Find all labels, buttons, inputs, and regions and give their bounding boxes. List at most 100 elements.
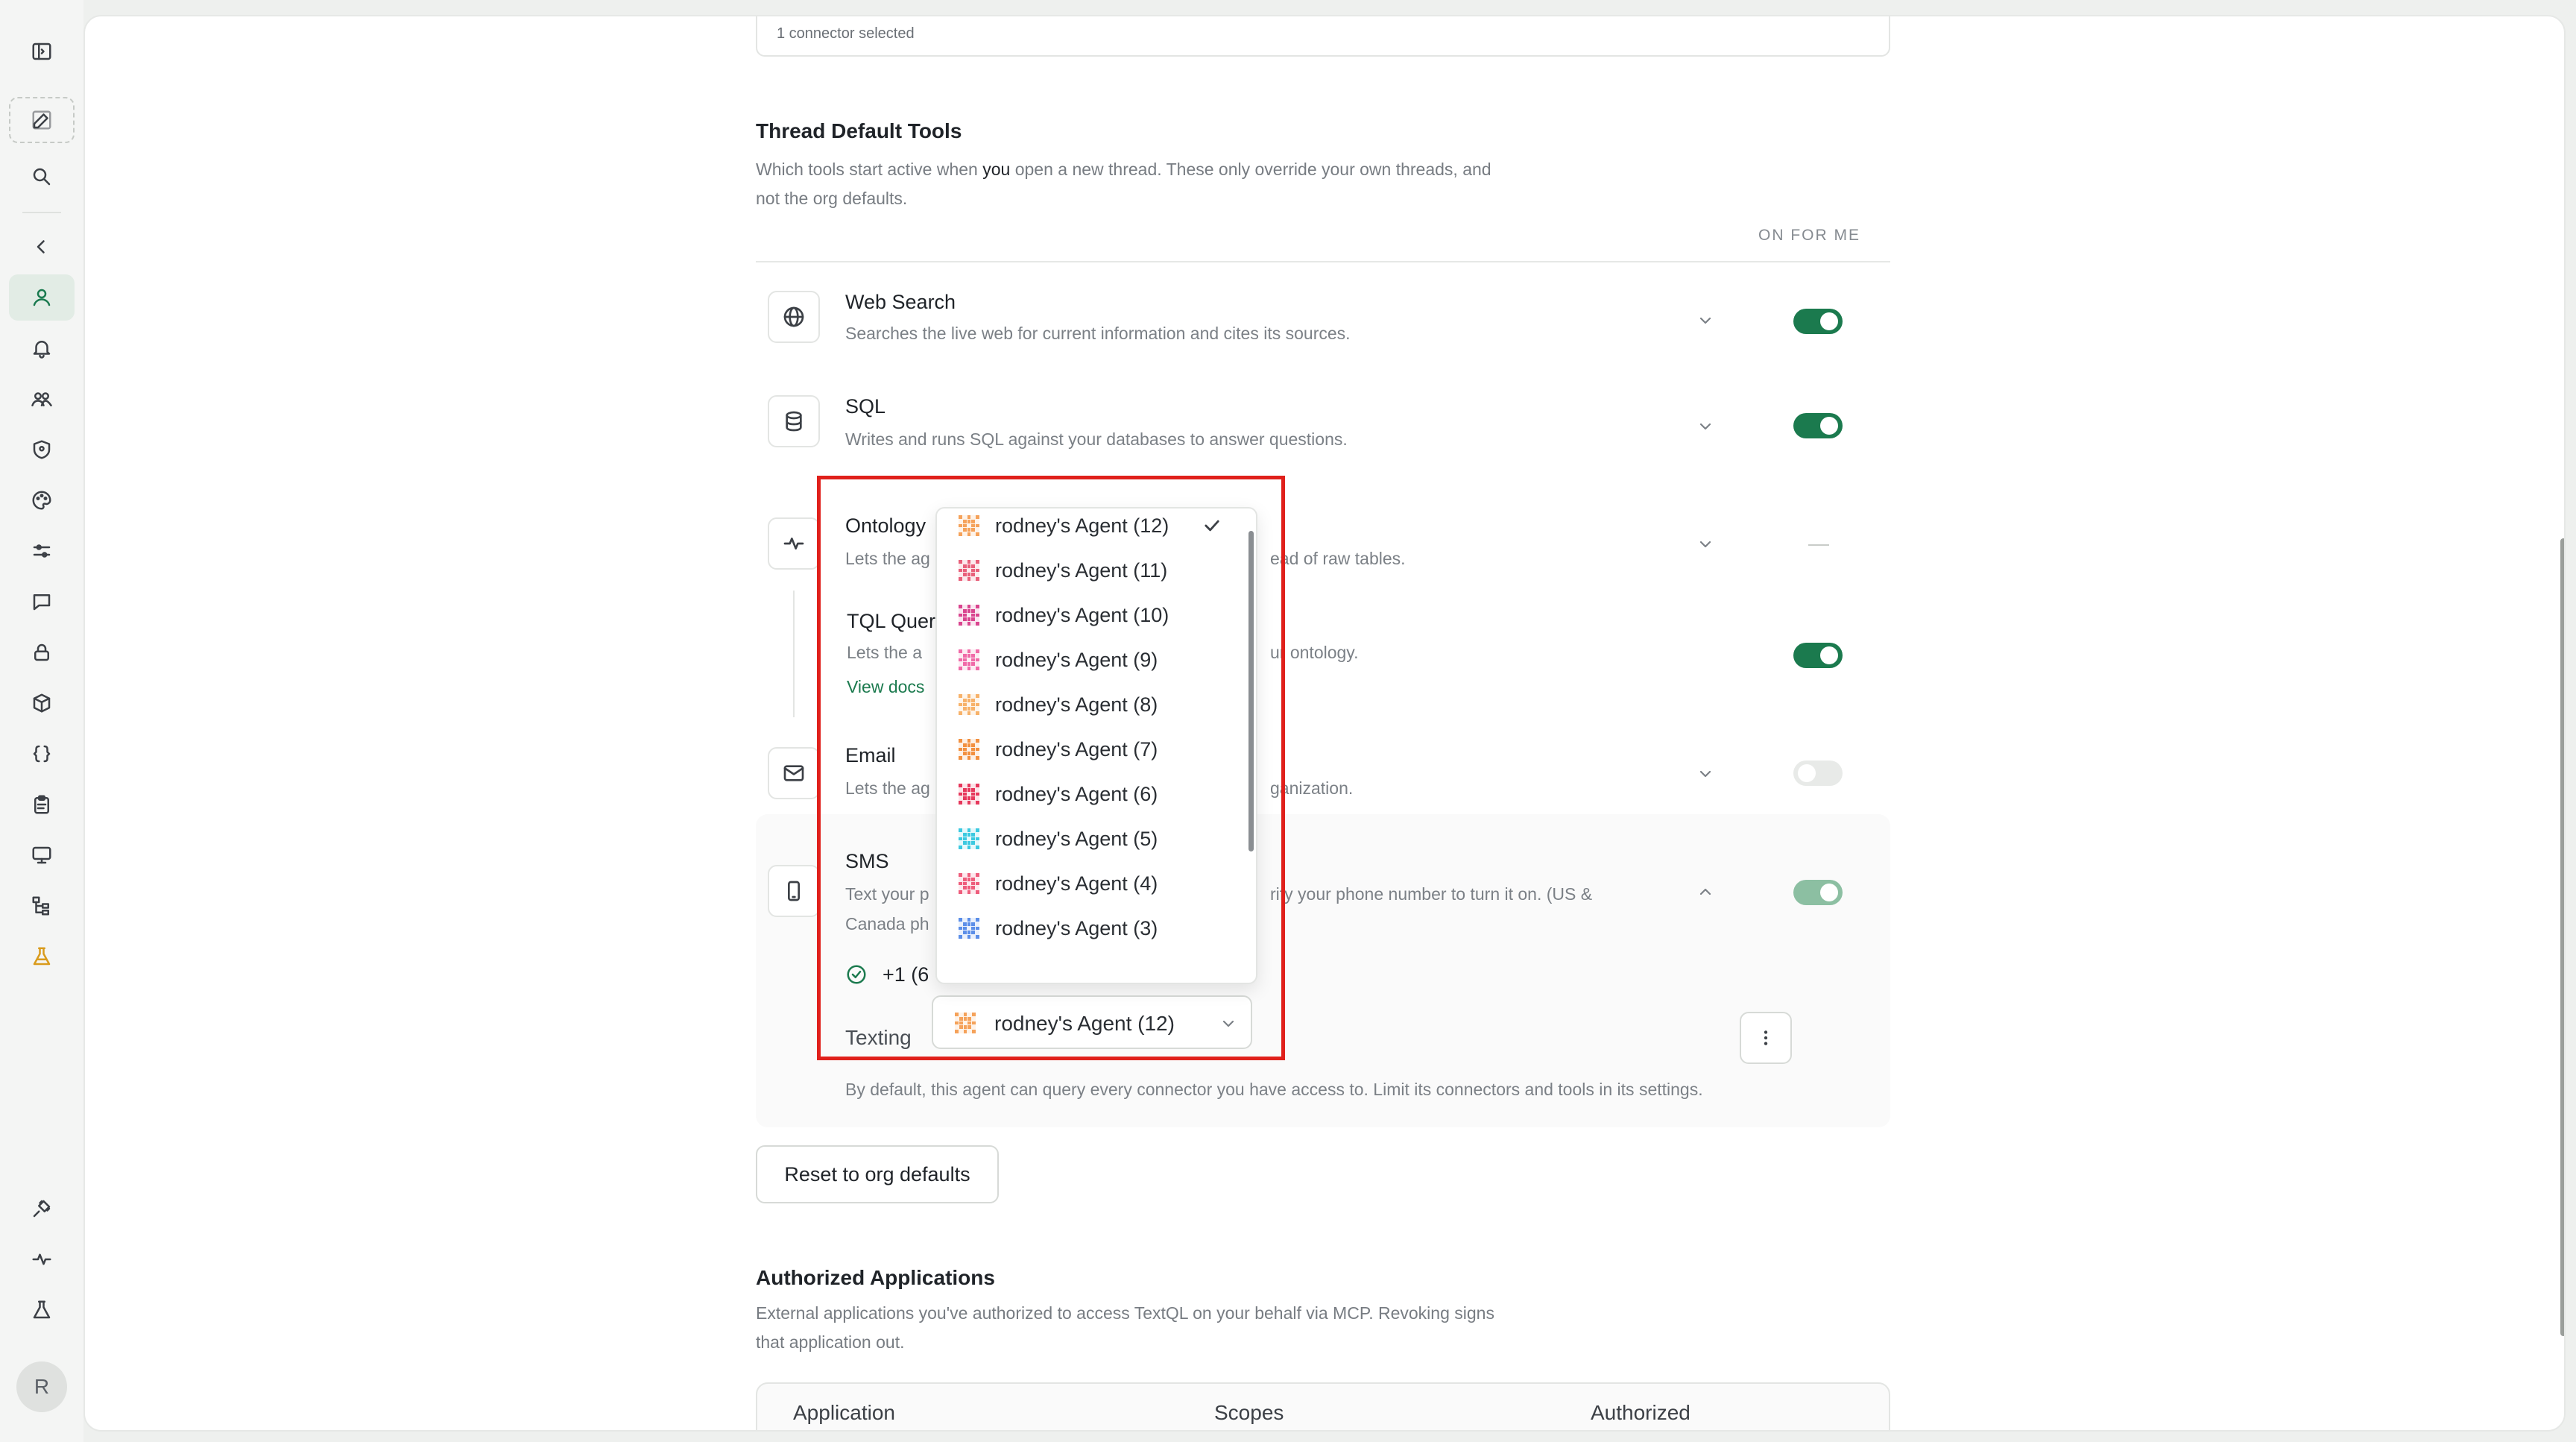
mail-icon bbox=[768, 747, 820, 799]
bell-icon[interactable] bbox=[9, 325, 75, 371]
sql-toggle[interactable] bbox=[1793, 413, 1843, 438]
agent-avatar-icon bbox=[956, 916, 982, 941]
agent-option[interactable]: rodney's Agent (10) bbox=[937, 591, 1256, 640]
agent-avatar-icon bbox=[956, 558, 982, 583]
agent-avatar-icon bbox=[956, 871, 982, 896]
globe-icon bbox=[768, 291, 820, 343]
monitor-icon[interactable] bbox=[9, 832, 75, 878]
web-search-toggle[interactable] bbox=[1793, 309, 1843, 334]
agent-option[interactable]: rodney's Agent (8) bbox=[937, 680, 1256, 729]
ontology-expand-chevron-icon[interactable] bbox=[1696, 535, 1714, 553]
sms-desc-start: Text your p bbox=[845, 884, 929, 904]
agent-option-label: rodney's Agent (12) bbox=[995, 514, 1169, 537]
lock-icon[interactable] bbox=[9, 629, 75, 676]
authorized-apps-table-header bbox=[756, 1382, 1890, 1430]
tql-name: TQL Quer bbox=[847, 610, 936, 632]
tql-toggle[interactable] bbox=[1793, 643, 1843, 668]
profile-icon[interactable] bbox=[9, 274, 75, 321]
agent-option-label: rodney's Agent (10) bbox=[995, 603, 1169, 626]
agent-option-label: rodney's Agent (6) bbox=[995, 782, 1158, 805]
sms-toggle[interactable] bbox=[1793, 880, 1843, 905]
new-thread-icon[interactable] bbox=[9, 97, 75, 143]
agent-dropdown-menu: rodney's Agent (12) rodney's Agent (11) ro… bbox=[935, 507, 1257, 984]
col-application: Application bbox=[793, 1401, 895, 1424]
agent-option-label: rodney's Agent (8) bbox=[995, 693, 1158, 716]
ontology-activity-icon bbox=[768, 517, 820, 570]
col-scopes: Scopes bbox=[1214, 1401, 1284, 1424]
thread-tools-title: Thread Default Tools bbox=[756, 119, 962, 142]
toggle-sidebar-icon[interactable] bbox=[9, 28, 75, 75]
sql-expand-chevron-icon[interactable] bbox=[1696, 418, 1714, 435]
agent-option[interactable]: rodney's Agent (11) bbox=[937, 546, 1256, 595]
ontology-name: Ontology bbox=[845, 514, 926, 537]
flask-warning-icon[interactable] bbox=[9, 933, 75, 980]
agent-option[interactable]: rodney's Agent (9) bbox=[937, 635, 1256, 684]
agent-option[interactable]: rodney's Agent (7) bbox=[937, 725, 1256, 774]
agent-avatar-icon bbox=[956, 692, 982, 717]
web-search-expand-chevron-icon[interactable] bbox=[1696, 312, 1714, 330]
agent-avatar-icon bbox=[956, 602, 982, 628]
activity-icon[interactable] bbox=[9, 1236, 75, 1282]
check-icon bbox=[1202, 515, 1222, 536]
connector-select-box[interactable]: 1 connector selected bbox=[756, 16, 1890, 57]
reset-org-defaults-button[interactable]: Reset to org defaults bbox=[756, 1145, 999, 1203]
tql-desc-end: ur ontology. bbox=[1270, 643, 1359, 662]
sidebar: R bbox=[0, 0, 83, 1442]
shield-icon[interactable] bbox=[9, 426, 75, 473]
palette-icon[interactable] bbox=[9, 477, 75, 523]
agent-option-label: rodney's Agent (5) bbox=[995, 827, 1158, 850]
texting-label: Texting bbox=[845, 1026, 912, 1049]
ontology-toggle-placeholder bbox=[1808, 544, 1829, 546]
email-desc-start: Lets the ag bbox=[845, 778, 930, 798]
view-docs-link[interactable]: View docs bbox=[847, 677, 924, 697]
beaker-icon[interactable] bbox=[9, 1287, 75, 1333]
authorized-apps-title: Authorized Applications bbox=[756, 1266, 995, 1289]
braces-icon[interactable] bbox=[9, 731, 75, 777]
phone-icon bbox=[768, 865, 820, 917]
back-chevron-icon[interactable] bbox=[9, 224, 75, 270]
email-expand-chevron-icon[interactable] bbox=[1696, 765, 1714, 783]
authorized-apps-description: External applications you've authorized … bbox=[756, 1303, 1494, 1352]
agent-option[interactable]: rodney's Agent (4) bbox=[937, 859, 1256, 908]
tql-desc-start: Lets the a bbox=[847, 643, 923, 662]
team-icon[interactable] bbox=[9, 376, 75, 422]
clipboard-icon[interactable] bbox=[9, 781, 75, 828]
sms-agent-note: By default, this agent can query every c… bbox=[845, 1080, 1703, 1099]
sms-desc-end: rify your phone number to turn it on. (U… bbox=[1270, 884, 1593, 904]
plug-icon[interactable] bbox=[9, 1186, 75, 1232]
agent-option-label: rodney's Agent (7) bbox=[995, 737, 1158, 761]
sms-collapse-chevron-icon[interactable] bbox=[1696, 883, 1714, 901]
user-avatar[interactable]: R bbox=[16, 1361, 67, 1412]
email-toggle[interactable] bbox=[1793, 761, 1843, 786]
on-for-me-header: ON FOR ME bbox=[1758, 227, 1860, 244]
header-divider bbox=[756, 261, 1890, 262]
search-icon[interactable] bbox=[9, 154, 75, 200]
hierarchy-icon[interactable] bbox=[9, 883, 75, 929]
email-name: Email bbox=[845, 744, 896, 766]
package-icon[interactable] bbox=[9, 680, 75, 726]
agent-option[interactable]: rodney's Agent (3) bbox=[937, 904, 1256, 953]
sidebar-divider bbox=[22, 212, 61, 213]
sms-more-options-icon[interactable] bbox=[1740, 1012, 1792, 1064]
thread-tools-description: Which tools start active when you open a… bbox=[756, 160, 1491, 208]
sliders-icon[interactable] bbox=[9, 528, 75, 574]
web-search-name: Web Search bbox=[845, 291, 956, 313]
agent-option[interactable]: rodney's Agent (12) bbox=[937, 509, 1256, 550]
chat-icon[interactable] bbox=[9, 579, 75, 625]
agent-option[interactable]: rodney's Agent (6) bbox=[937, 769, 1256, 819]
ontology-desc-end: ead of raw tables. bbox=[1270, 549, 1406, 568]
page-scrollbar[interactable] bbox=[2560, 538, 2564, 1336]
sms-phone-number: +1 (6 bbox=[883, 963, 929, 986]
agent-option[interactable]: rodney's Agent (5) bbox=[937, 814, 1256, 863]
col-authorized: Authorized bbox=[1591, 1401, 1690, 1424]
sql-desc: Writes and runs SQL against your databas… bbox=[845, 429, 1348, 449]
agent-option-label: rodney's Agent (4) bbox=[995, 872, 1158, 895]
sms-desc-line2: Canada ph bbox=[845, 914, 929, 933]
settings-panel: 1 connector selected Thread Default Tool… bbox=[83, 15, 2566, 1432]
connector-selected-count: 1 connector selected bbox=[777, 25, 915, 42]
texting-agent-select[interactable]: rodney's Agent (12) bbox=[932, 995, 1252, 1049]
sms-name: SMS bbox=[845, 850, 889, 872]
ontology-desc-start: Lets the ag bbox=[845, 549, 930, 568]
verified-check-icon bbox=[845, 963, 868, 986]
email-desc-end: ganization. bbox=[1270, 778, 1354, 798]
